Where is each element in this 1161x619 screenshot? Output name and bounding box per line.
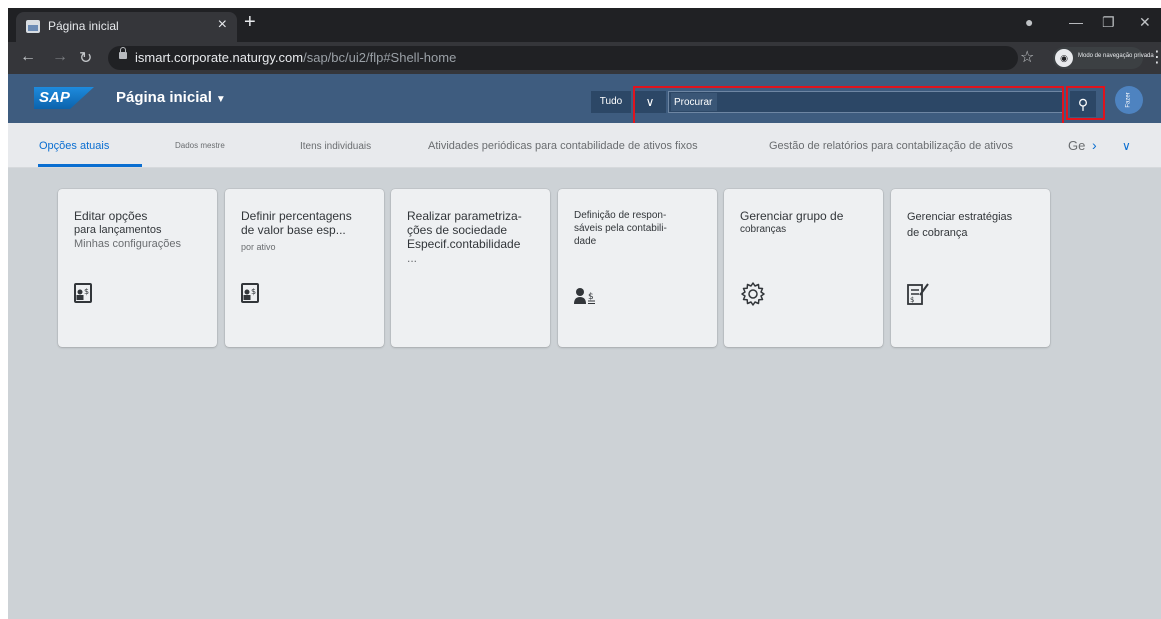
profile-dropdown-icon[interactable]: ● (1025, 14, 1033, 30)
avatar[interactable]: Fazer (1115, 86, 1143, 114)
screen-frame: Página inicial × + ● — ❐ ✕ ← → ↻ ismart.… (8, 8, 1161, 619)
highlight-box-search (633, 86, 1064, 126)
active-anchor-underline (38, 164, 142, 167)
tab-close-icon[interactable]: × (218, 16, 227, 34)
anchor-item-dados-mestre[interactable]: Dados mestre (175, 141, 225, 150)
anchor-item-atividades-periodicas[interactable]: Atividades periódicas para contabilidade… (428, 140, 698, 152)
tile-title: Realizar parametriza- (407, 209, 522, 223)
tile-editar-opcoes[interactable]: Editar opções para lançamentos Minhas co… (58, 189, 217, 347)
tile-title: dade (574, 236, 597, 247)
close-window-icon[interactable]: ✕ (1139, 14, 1151, 31)
tile-ellipsis: ... (407, 251, 418, 265)
person-dollar-icon: $ (574, 287, 598, 311)
tile-subtitle: Minhas configurações (74, 238, 182, 250)
tile-title: de cobrança (907, 227, 968, 239)
caret-down-icon: ▼ (215, 94, 226, 105)
anchor-item-overflow[interactable]: Ge (1068, 138, 1085, 153)
tile-title: Editar opções (74, 209, 148, 223)
browser-tab-strip: Página inicial × + ● — ❐ ✕ (8, 8, 1161, 42)
edit-invoice-icon: $ (907, 282, 929, 312)
forward-icon[interactable]: → (52, 48, 68, 66)
anchor-item-gestao-relatorios[interactable]: Gestão de relatórios para contabilização… (769, 140, 1013, 152)
maximize-icon[interactable]: ❐ (1102, 14, 1115, 31)
tile-title: Definir percentagens (241, 209, 352, 223)
tab-title: Página inicial (48, 19, 119, 33)
reload-icon[interactable]: ↻ (79, 48, 92, 68)
bookmark-star-icon[interactable]: ☆ (1020, 47, 1034, 67)
tile-subtitle: por ativo (241, 242, 276, 252)
browser-toolbar: ← → ↻ ismart.corporate.naturgy.com/sap/b… (8, 42, 1161, 74)
tile-gerenciar-grupo-cobrancas[interactable]: Gerenciar grupo de cobranças (724, 189, 883, 347)
incognito-badge[interactable]: ◉ Modo de navegação privada (1053, 47, 1154, 69)
incognito-icon: ◉ (1055, 49, 1073, 67)
svg-text:$: $ (251, 287, 256, 296)
tile-title: para lançamentos (74, 224, 162, 236)
tile-definicao-responsaveis[interactable]: Definição de respon- sáveis pela contabi… (558, 189, 717, 347)
tile-gerenciar-estrategias[interactable]: Gerenciar estratégias de cobrança $ (891, 189, 1050, 347)
anchor-item-itens-individuais[interactable]: Itens individuais (300, 141, 371, 152)
svg-text:$: $ (910, 296, 914, 304)
svg-text:$: $ (84, 287, 89, 296)
incognito-label: Modo de navegação privada (1078, 53, 1154, 59)
tile-title: sáveis pela contabili- (574, 223, 667, 234)
person-dollar-doc-icon: $ (241, 283, 259, 309)
tile-title: cobranças (740, 224, 787, 235)
chevron-right-icon[interactable]: › (1092, 137, 1097, 153)
page-title: Página inicial (116, 89, 212, 106)
highlight-box-search-button (1066, 86, 1105, 120)
tile-title: de valor base esp... (241, 223, 346, 237)
tile-realizar-parametrizacoes[interactable]: Realizar parametriza- ções de sociedade … (391, 189, 550, 347)
gear-icon (740, 281, 766, 313)
new-tab-icon[interactable]: + (244, 11, 256, 34)
favicon-icon (26, 20, 40, 33)
minimize-icon[interactable]: — (1069, 14, 1083, 30)
tile-title: Definição de respon- (574, 210, 667, 221)
anchor-item-opcoes-atuais[interactable]: Opções atuais (39, 140, 109, 152)
tile-title: Especif.contabilidade (407, 237, 521, 251)
tile-definir-percentagens[interactable]: Definir percentagens de valor base esp..… (225, 189, 384, 347)
person-dollar-doc-icon: $ (74, 283, 92, 309)
browser-menu-icon[interactable]: ⋮ (1149, 47, 1161, 67)
url-text: ismart.corporate.naturgy.com/sap/bc/ui2/… (135, 50, 457, 65)
search-scope-select[interactable]: Tudo (591, 91, 631, 113)
back-icon[interactable]: ← (20, 48, 36, 66)
address-bar[interactable]: ismart.corporate.naturgy.com/sap/bc/ui2/… (108, 46, 1018, 70)
sap-logo[interactable]: SAP (34, 87, 94, 109)
lock-icon (119, 47, 127, 59)
tile-title: Gerenciar estratégias (907, 211, 1013, 223)
browser-tab[interactable]: Página inicial × (16, 12, 237, 42)
anchor-bar: Opções atuais Dados mestre Itens individ… (8, 123, 1161, 168)
tile-title: Gerenciar grupo de (740, 209, 844, 223)
app-title-menu[interactable]: Página inicial ▼ (116, 89, 226, 106)
chevron-down-icon[interactable]: ∨ (1122, 139, 1131, 153)
tile-title: ções de sociedade (407, 223, 508, 237)
